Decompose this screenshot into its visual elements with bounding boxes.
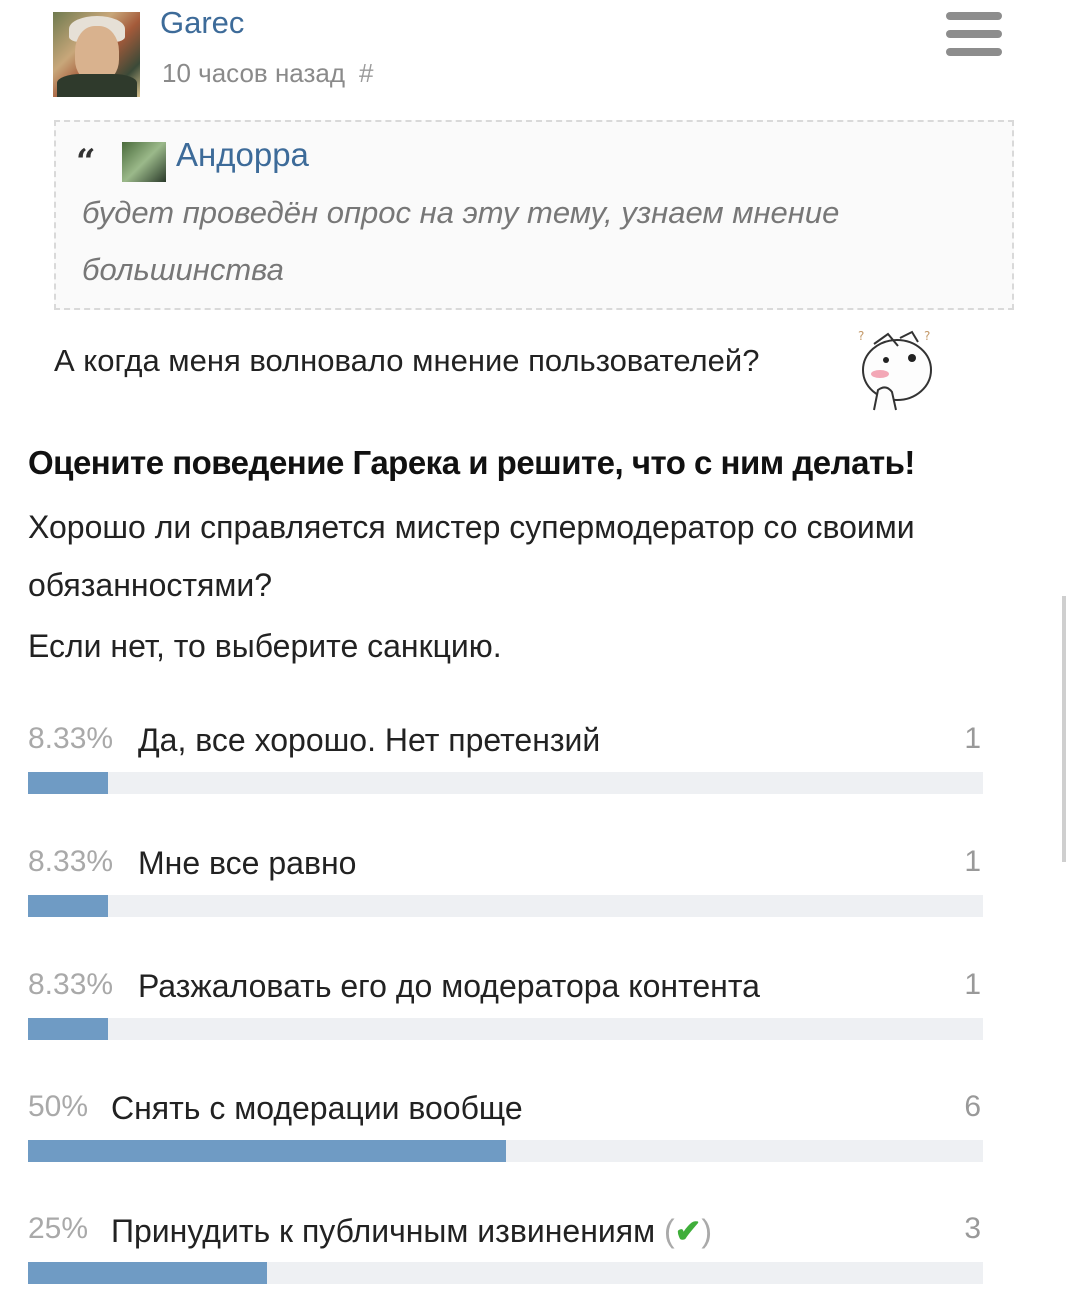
poll-option-voted[interactable]: 25% Принудить к публичным извинениям (✔)… bbox=[28, 1212, 983, 1292]
option-bar-fill bbox=[28, 1262, 267, 1284]
option-bar-track bbox=[28, 772, 983, 794]
option-count: 1 bbox=[964, 845, 981, 878]
poll-option[interactable]: 8.33% Мне все равно 1 bbox=[28, 845, 983, 925]
option-percent: 8.33% bbox=[28, 722, 114, 755]
option-percent: 50% bbox=[28, 1090, 89, 1123]
svg-text:?: ? bbox=[924, 329, 930, 343]
option-count: 1 bbox=[964, 722, 981, 755]
svg-text:?: ? bbox=[858, 329, 864, 343]
timestamp-text: 10 часов назад bbox=[162, 58, 346, 88]
option-count: 1 bbox=[964, 968, 981, 1001]
option-bar-track bbox=[28, 1262, 983, 1284]
option-label: Мне все равно bbox=[138, 845, 357, 881]
quote-author-avatar[interactable] bbox=[122, 142, 166, 182]
option-bar-fill bbox=[28, 1140, 506, 1162]
option-percent: 8.33% bbox=[28, 845, 114, 878]
voted-marker: (✔) bbox=[663, 1213, 713, 1249]
option-label: Принудить к публичным извинениям bbox=[111, 1213, 656, 1249]
checkmark-icon: ✔ bbox=[674, 1213, 702, 1249]
post-timestamp: 10 часов назад # bbox=[162, 58, 373, 89]
quote-mark-icon: “ bbox=[76, 142, 96, 182]
option-percent: 8.33% bbox=[28, 968, 114, 1001]
option-bar-track bbox=[28, 1018, 983, 1040]
poll-title: Оцените поведение Гарека и решите, что с… bbox=[28, 444, 915, 481]
option-bar-track bbox=[28, 895, 983, 917]
permalink-hash[interactable]: # bbox=[359, 58, 373, 88]
scrollbar[interactable] bbox=[1062, 596, 1066, 862]
confused-emoji-icon: ? ? bbox=[858, 329, 932, 411]
option-bar-fill bbox=[28, 895, 108, 917]
user-avatar[interactable] bbox=[53, 12, 140, 97]
username-link[interactable]: Garec bbox=[160, 5, 244, 41]
poll-option[interactable]: 50% Снять с модерации вообще 6 bbox=[28, 1090, 983, 1170]
quote-block: “ Андорра будет проведён опрос на эту те… bbox=[54, 120, 1014, 310]
option-label: Да, все хорошо. Нет претензий bbox=[138, 722, 601, 758]
option-percent: 25% bbox=[28, 1212, 89, 1245]
option-bar-fill bbox=[28, 1018, 108, 1040]
option-label: Разжаловать его до модератора контента bbox=[138, 968, 760, 1004]
quote-author-link[interactable]: Андорра bbox=[176, 136, 309, 174]
poll-instruction: Если нет, то выберите санкцию. bbox=[28, 628, 502, 664]
poll-option[interactable]: 8.33% Разжаловать его до модератора конт… bbox=[28, 968, 983, 1048]
option-label: Снять с модерации вообще bbox=[111, 1090, 523, 1126]
option-label-wrap: Принудить к публичным извинениям (✔) bbox=[111, 1212, 712, 1250]
menu-icon[interactable] bbox=[946, 12, 1002, 56]
option-bar-fill bbox=[28, 772, 108, 794]
reply-text: А когда меня волновало мнение пользовате… bbox=[54, 343, 760, 378]
poll-option[interactable]: 8.33% Да, все хорошо. Нет претензий 1 bbox=[28, 722, 983, 802]
option-bar-track bbox=[28, 1140, 983, 1162]
option-count: 3 bbox=[964, 1212, 981, 1245]
avatar-coat bbox=[57, 74, 137, 97]
option-count: 6 bbox=[964, 1090, 981, 1123]
quote-text: будет проведён опрос на эту тему, узнаем… bbox=[82, 195, 840, 287]
poll-description: Хорошо ли справляется мистер супермодера… bbox=[28, 509, 915, 603]
